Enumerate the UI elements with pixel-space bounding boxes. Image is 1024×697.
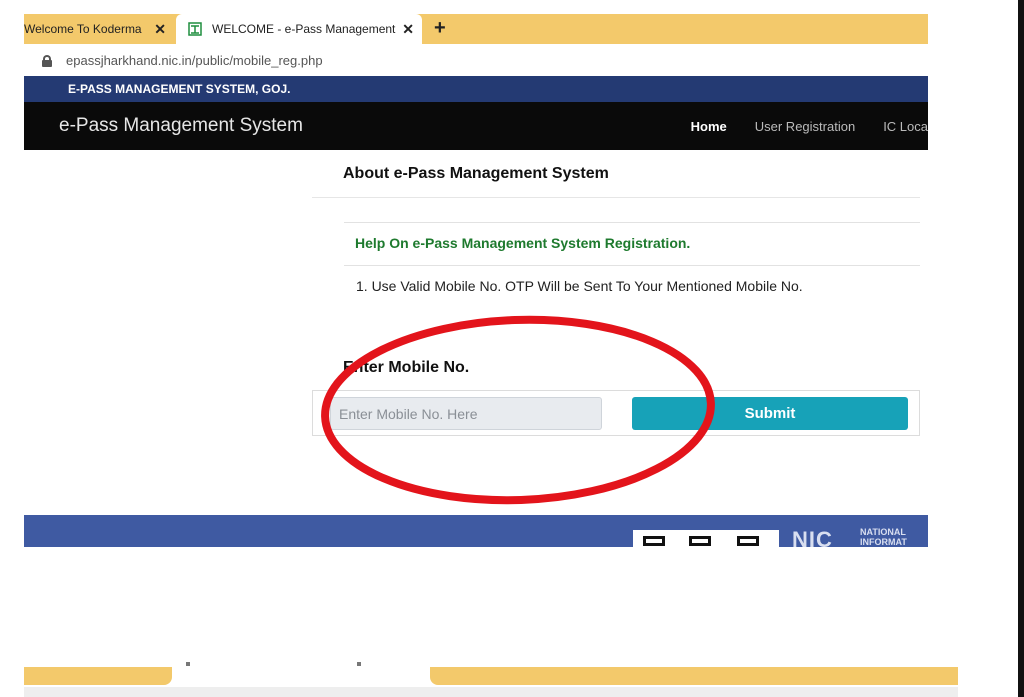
lock-icon[interactable] xyxy=(42,54,52,67)
browser-tab-epass[interactable]: WELCOME - e-Pass Management ✕ xyxy=(176,14,422,44)
tab-title: Welcome To Koderma xyxy=(24,22,142,36)
nic-org-line: INFORMAT xyxy=(860,537,907,547)
nav-link-home[interactable]: Home xyxy=(691,119,727,134)
nic-logo: NIC xyxy=(792,527,833,547)
nic-org-line: NATIONAL xyxy=(860,527,906,537)
site-footer: NIC NATIONAL INFORMAT xyxy=(24,515,928,547)
submit-button[interactable]: Submit xyxy=(632,397,908,430)
about-heading: About e-Pass Management System xyxy=(343,165,609,182)
right-edge-border xyxy=(1018,0,1024,697)
mobile-number-input[interactable] xyxy=(330,397,602,430)
nav-links: Home User Registration IC Loca xyxy=(663,102,928,150)
bottom-bar xyxy=(24,687,958,697)
bottom-tab-strip-left xyxy=(24,667,172,685)
tab-title: WELCOME - e-Pass Management xyxy=(212,22,396,36)
site-navbar: e-Pass Management System Home User Regis… xyxy=(24,102,928,150)
mobile-number-label: Enter Mobile No. xyxy=(343,359,470,376)
bottom-tab-strip-right xyxy=(430,667,958,685)
close-icon[interactable]: ✕ xyxy=(154,21,166,38)
divider xyxy=(344,265,920,266)
url-text[interactable]: epassjharkhand.nic.in/public/mobile_reg.… xyxy=(66,53,323,68)
site-top-strip-text: E-PASS MANAGEMENT SYSTEM, GOJ. xyxy=(68,82,291,96)
site-top-strip: E-PASS MANAGEMENT SYSTEM, GOJ. xyxy=(24,76,928,102)
close-icon[interactable]: ✕ xyxy=(402,21,414,38)
nic-org-name: NATIONAL INFORMAT xyxy=(860,527,907,547)
bottom-dot xyxy=(357,662,361,666)
site-brand[interactable]: e-Pass Management System xyxy=(59,115,303,137)
nav-link-user-registration[interactable]: User Registration xyxy=(755,119,855,134)
nav-link-ic-location[interactable]: IC Loca xyxy=(883,119,928,134)
divider xyxy=(344,222,920,223)
help-heading: Help On e-Pass Management System Registr… xyxy=(355,235,691,251)
instruction-text: 1. Use Valid Mobile No. OTP Will be Sent… xyxy=(356,278,803,294)
screenshot: Welcome To Koderma ✕ WELCOME - e-Pass Ma… xyxy=(0,0,1024,697)
bottom-dot xyxy=(186,662,190,666)
address-bar[interactable]: epassjharkhand.nic.in/public/mobile_reg.… xyxy=(24,44,928,76)
divider xyxy=(312,197,920,198)
site-favicon-icon xyxy=(188,22,202,36)
new-tab-icon[interactable]: + xyxy=(434,17,446,40)
qr-code-icon xyxy=(633,530,779,547)
browser-tab-bar: Welcome To Koderma ✕ WELCOME - e-Pass Ma… xyxy=(24,14,928,44)
browser-tab-koderma[interactable]: Welcome To Koderma ✕ xyxy=(24,14,174,44)
